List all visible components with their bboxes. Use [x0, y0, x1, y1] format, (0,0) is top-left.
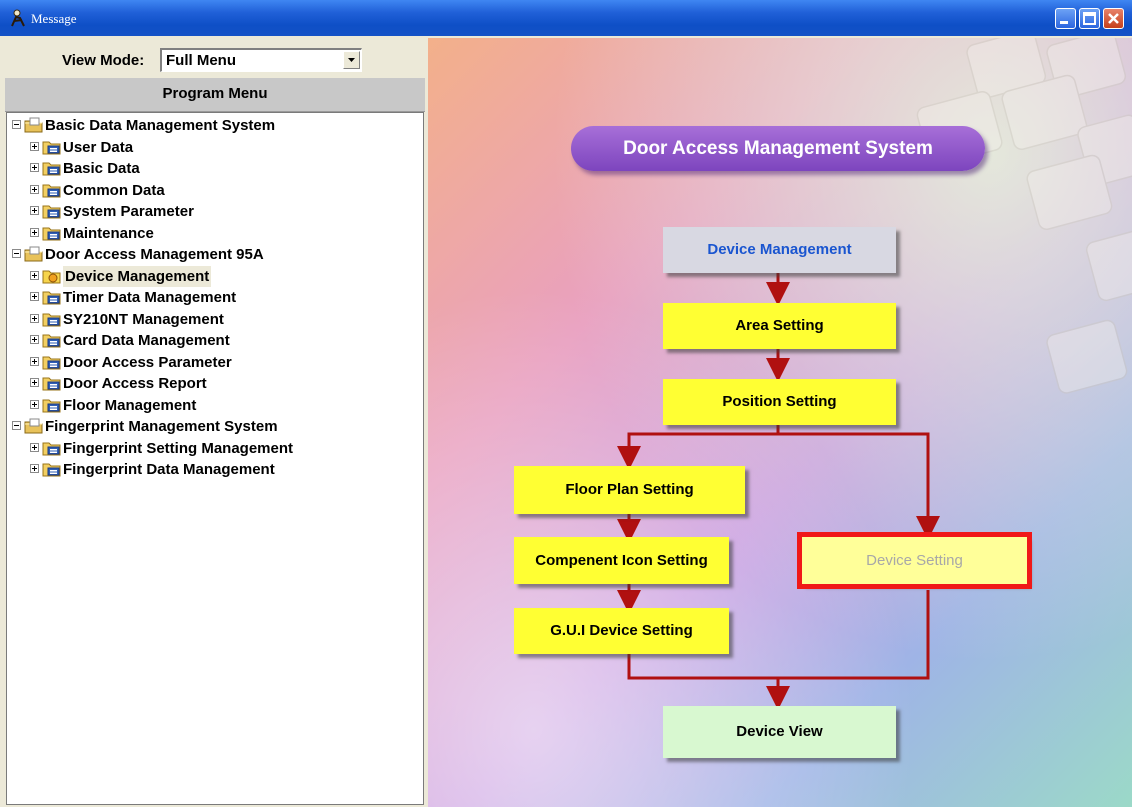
tree-item-label: Maintenance: [63, 224, 154, 242]
position-setting-box[interactable]: Position Setting: [663, 379, 896, 425]
collapse-icon[interactable]: [12, 249, 21, 258]
device-setting-box[interactable]: Device Setting: [797, 532, 1032, 589]
gui-device-setting-box[interactable]: G.U.I Device Setting: [514, 608, 729, 654]
expand-icon[interactable]: [30, 141, 39, 151]
component-icon-setting-box[interactable]: Compenent Icon Setting: [514, 537, 729, 584]
collapse-icon[interactable]: [12, 120, 21, 129]
view-mode-select[interactable]: Full Menu: [160, 48, 362, 72]
folder-form-icon: [42, 397, 62, 413]
folder-open-icon: [24, 418, 44, 434]
folder-form-icon: [42, 139, 62, 155]
tree-item-label: Timer Data Management: [63, 289, 237, 306]
tree-item-label: System Parameter: [63, 203, 194, 220]
folder-form-icon: [42, 375, 62, 391]
folder-form-icon: [42, 268, 62, 284]
collapse-icon[interactable]: [12, 421, 21, 430]
area-setting-box[interactable]: Area Setting: [663, 303, 896, 349]
expand-icon[interactable]: [30, 313, 39, 323]
maximize-icon: [1083, 12, 1096, 25]
window-title: Message: [31, 11, 77, 26]
tree-item-label: Fingerprint Setting Management: [63, 439, 294, 457]
folder-form-icon: [42, 225, 62, 241]
expand-icon[interactable]: [30, 356, 39, 366]
device-management-box[interactable]: Device Management: [663, 227, 896, 273]
program-menu-panel: View Mode: Full Menu Program Menu Basic …: [5, 38, 425, 807]
chevron-down-icon: [348, 58, 355, 62]
folder-form-icon: [42, 461, 62, 477]
floor-plan-setting-box[interactable]: Floor Plan Setting: [514, 466, 745, 514]
folder-form-icon: [42, 354, 62, 370]
folder-form-icon: [42, 440, 62, 456]
expand-icon[interactable]: [30, 442, 39, 452]
folder-form-icon: [42, 311, 62, 327]
maximize-button[interactable]: [1079, 8, 1100, 29]
app-icon: [11, 9, 25, 27]
program-tree[interactable]: Basic Data Management System User Data Bas…: [6, 112, 424, 805]
tree-item-label: Basic Data: [63, 160, 140, 177]
tree-item-label: Fingerprint Management System: [45, 418, 278, 435]
folder-form-icon: [42, 182, 62, 198]
expand-icon[interactable]: [30, 292, 39, 301]
folder-form-icon: [42, 289, 62, 305]
title-bar[interactable]: Message: [0, 0, 1132, 36]
minimize-icon: [1060, 21, 1068, 24]
expand-icon[interactable]: [30, 399, 39, 409]
expand-icon[interactable]: [30, 227, 39, 237]
minimize-button[interactable]: [1055, 8, 1076, 29]
expand-icon[interactable]: [30, 163, 39, 172]
view-mode-label: View Mode:: [62, 52, 145, 69]
program-menu-header: Program Menu: [5, 78, 425, 112]
expand-icon[interactable]: [30, 335, 39, 344]
view-mode-value: Full Menu: [166, 52, 236, 69]
tree-item-label: Common Data: [63, 181, 165, 199]
close-button[interactable]: [1103, 8, 1124, 29]
tree-item-label: Door Access Report: [63, 375, 207, 392]
tree-item-label: Card Data Management: [63, 332, 230, 349]
tree-item-label: Basic Data Management System: [45, 117, 276, 134]
folder-open-icon: [24, 117, 44, 133]
folder-form-icon: [42, 332, 62, 348]
tree-item-label: SY210NT Management: [63, 310, 224, 328]
expand-icon[interactable]: [30, 464, 39, 473]
expand-icon[interactable]: [30, 270, 39, 280]
folder-form-icon: [42, 203, 62, 219]
tree-item-label: Door Access Management 95A: [45, 246, 264, 263]
tree-item-label: Door Access Parameter: [63, 353, 232, 371]
device-view-box[interactable]: Device View: [663, 706, 896, 758]
folder-open-icon: [24, 246, 44, 262]
tree-item-label: Device Management: [63, 265, 212, 287]
tree-item-label: Floor Management: [63, 396, 197, 414]
dropdown-button[interactable]: [343, 51, 360, 69]
expand-icon[interactable]: [30, 184, 39, 194]
close-icon: [1108, 13, 1119, 24]
expand-icon[interactable]: [30, 206, 39, 215]
tree-item-label: User Data: [63, 138, 134, 156]
tree-item-label: Fingerprint Data Management: [63, 461, 275, 478]
folder-form-icon: [42, 160, 62, 176]
flow-diagram-panel: Door Access Management System Device Man…: [428, 38, 1132, 807]
expand-icon[interactable]: [30, 378, 39, 387]
